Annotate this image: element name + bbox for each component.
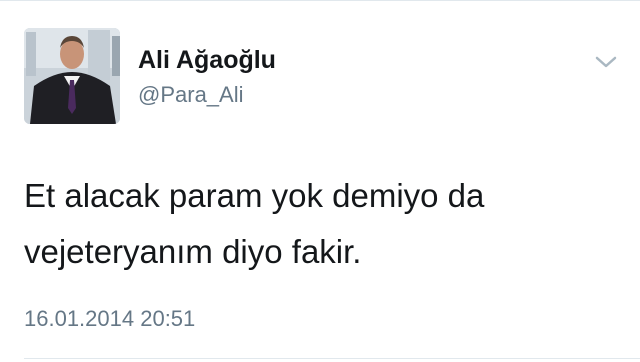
bottom-divider [24, 358, 640, 359]
author-handle[interactable]: @Para_Ali [138, 82, 244, 108]
tweet-text: Et alacak param yok demiyo da vejeteryan… [24, 177, 485, 270]
avatar[interactable] [24, 28, 120, 124]
avatar-photo [24, 28, 120, 124]
chevron-down-icon [595, 56, 617, 68]
tweet-timestamp[interactable]: 16.01.2014 20:51 [24, 306, 195, 332]
tweet-menu-button[interactable] [592, 52, 620, 72]
tweet-card: Ali Ağaoğlu @Para_Ali Et alacak param yo… [0, 0, 640, 362]
author-name[interactable]: Ali Ağaoğlu [138, 46, 276, 75]
